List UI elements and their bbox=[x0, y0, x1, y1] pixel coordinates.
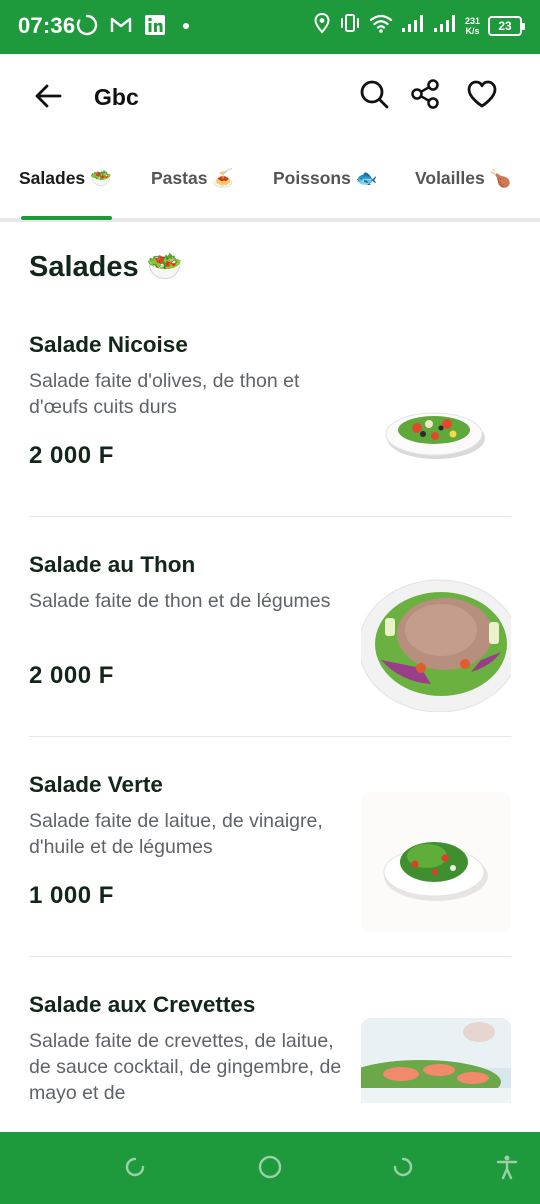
menu-list[interactable]: Salades 🥗 Salade Nicoise Salade faite d'… bbox=[0, 222, 540, 1103]
tab-salades[interactable]: Salades 🥗 bbox=[19, 168, 112, 189]
app-bar: Gbc bbox=[0, 54, 540, 140]
recents-button[interactable] bbox=[120, 1154, 150, 1184]
shrimp-salad-image bbox=[361, 1018, 511, 1103]
search-button[interactable] bbox=[354, 76, 394, 116]
home-icon bbox=[257, 1154, 283, 1185]
item-description: Salade faite de laitue, de vinaigre, d'h… bbox=[29, 810, 323, 858]
back-nav-button[interactable] bbox=[388, 1154, 418, 1184]
page-title: Gbc bbox=[94, 84, 139, 110]
dot-icon bbox=[178, 14, 194, 41]
vibrate-icon bbox=[339, 12, 361, 39]
tab-volailles[interactable]: Volailles 🍗 bbox=[415, 168, 511, 189]
active-tab-indicator bbox=[21, 216, 112, 220]
menu-item[interactable]: Salade au Thon Salade faite de thon et d… bbox=[29, 552, 511, 772]
item-name: Salade au Thon bbox=[29, 552, 196, 577]
item-divider bbox=[29, 956, 511, 957]
share-button[interactable] bbox=[405, 76, 445, 116]
item-price: 2 000 F bbox=[29, 662, 114, 689]
item-name: Salade Nicoise bbox=[29, 332, 188, 357]
signal-icon bbox=[401, 12, 425, 39]
gmail-icon bbox=[110, 16, 132, 39]
battery-level: 23 bbox=[498, 18, 512, 33]
system-nav-bar bbox=[0, 1132, 540, 1204]
favorite-button[interactable] bbox=[462, 76, 502, 116]
item-divider bbox=[29, 736, 511, 737]
green-salad-image bbox=[361, 792, 511, 932]
status-bar: 07:36 231 K/s 23 bbox=[0, 0, 540, 54]
wifi-icon bbox=[369, 12, 393, 39]
accessibility-icon bbox=[494, 1154, 520, 1185]
category-tabs: Salades 🥗 Pastas 🍝 Poissons 🐟 Volailles … bbox=[0, 140, 540, 222]
item-name: Salade aux Crevettes bbox=[29, 992, 256, 1017]
menu-item[interactable]: Salade Nicoise Salade faite d'olives, de… bbox=[29, 332, 511, 552]
status-time: 07:36 bbox=[18, 13, 76, 38]
salad-nicoise-image bbox=[361, 352, 511, 492]
tab-poissons[interactable]: Poissons 🐟 bbox=[273, 168, 377, 189]
item-description: Salade faite de crevettes, de laitue, de… bbox=[29, 1030, 342, 1103]
back-button[interactable] bbox=[28, 78, 68, 118]
battery-icon: 23 bbox=[488, 15, 525, 36]
sync-icon bbox=[76, 14, 98, 41]
section-title: Salades 🥗 bbox=[29, 251, 183, 283]
back-icon bbox=[390, 1154, 416, 1185]
tab-pastas[interactable]: Pastas 🍝 bbox=[151, 168, 234, 189]
item-price: 1 000 F bbox=[29, 882, 114, 909]
item-description: Salade faite d'olives, de thon et d'œufs… bbox=[29, 370, 300, 418]
item-name: Salade Verte bbox=[29, 772, 163, 797]
heart-icon bbox=[466, 79, 498, 114]
accessibility-button[interactable] bbox=[492, 1154, 522, 1184]
menu-item[interactable]: Salade Verte Salade faite de laitue, de … bbox=[29, 772, 511, 992]
search-icon bbox=[358, 78, 390, 115]
menu-item[interactable]: Salade aux Crevettes Salade faite de cre… bbox=[29, 992, 511, 1103]
item-divider bbox=[29, 516, 511, 517]
item-description: Salade faite de thon et de légumes bbox=[29, 590, 331, 612]
item-price: 2 000 F bbox=[29, 442, 114, 469]
home-button[interactable] bbox=[255, 1154, 285, 1184]
location-icon bbox=[313, 12, 331, 39]
back-arrow-icon bbox=[33, 81, 63, 116]
tuna-salad-image bbox=[361, 572, 511, 712]
net-speed: 231 K/s bbox=[464, 15, 480, 36]
share-icon bbox=[409, 78, 441, 115]
signal-icon bbox=[433, 12, 457, 39]
linkedin-icon bbox=[144, 14, 166, 41]
recents-icon bbox=[122, 1154, 148, 1185]
